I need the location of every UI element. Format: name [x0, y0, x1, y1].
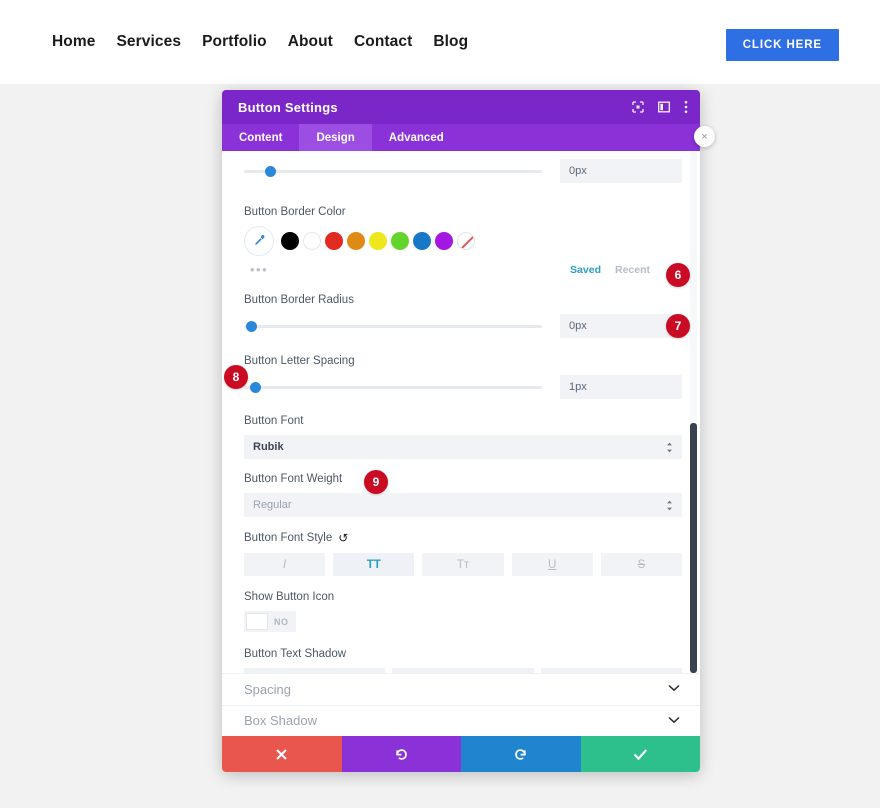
- show-button-icon-label: Show Button Icon: [244, 591, 335, 603]
- swatch-blue[interactable]: [413, 232, 431, 250]
- badge-6: 6: [666, 263, 690, 287]
- font-style-buttons: I TT Tᴛ U S: [244, 553, 683, 576]
- nav-item-about[interactable]: About: [288, 33, 333, 51]
- accordion-box-shadow-label: Box Shadow: [244, 713, 317, 729]
- swatch-red[interactable]: [325, 232, 343, 250]
- nav-item-home[interactable]: Home: [52, 33, 95, 51]
- more-colors-icon[interactable]: •••: [250, 262, 268, 277]
- settings-scroll-area: Button Border Color: [222, 151, 700, 674]
- close-icon[interactable]: ×: [694, 126, 715, 147]
- slider-knob[interactable]: [250, 381, 261, 393]
- text-shadow-option-2[interactable]: aA: [540, 668, 682, 674]
- tab-content[interactable]: Content: [222, 124, 299, 151]
- cancel-button[interactable]: [222, 736, 342, 772]
- button-font-style-label: Button Font Style ↺: [244, 531, 682, 545]
- layout-panel-icon[interactable]: [658, 101, 670, 113]
- titlebar-icons: [632, 100, 688, 114]
- border-color-label: Button Border Color: [244, 206, 346, 218]
- cut-off-value-input[interactable]: [560, 159, 682, 183]
- font-style-italic-button[interactable]: I: [244, 553, 326, 576]
- letter-spacing-input[interactable]: [560, 375, 682, 399]
- slider-track: [244, 324, 542, 328]
- eyedropper-icon[interactable]: [244, 226, 274, 256]
- chevron-updown-icon: [666, 500, 673, 511]
- swatch-transparent[interactable]: [457, 232, 475, 250]
- cut-off-slider[interactable]: [244, 163, 542, 179]
- text-shadow-option-1[interactable]: aA: [392, 668, 534, 674]
- show-button-icon-toggle[interactable]: NO: [244, 611, 296, 632]
- nav-item-contact[interactable]: Contact: [354, 33, 412, 51]
- badge-7: 7: [666, 314, 690, 338]
- swatch-orange[interactable]: [347, 232, 365, 250]
- reset-icon[interactable]: ↺: [338, 531, 348, 545]
- swatch-white[interactable]: [303, 232, 321, 250]
- cut-off-slider-row: [244, 159, 682, 183]
- button-settings-modal: Button Settings Content Design Advanced …: [222, 90, 700, 772]
- button-font-weight-label: Button Font Weight: [244, 473, 343, 485]
- button-font-label: Button Font: [244, 415, 304, 427]
- chevron-down-icon: [668, 683, 680, 695]
- letter-spacing-label: Button Letter Spacing: [244, 355, 355, 367]
- swatch-black[interactable]: [281, 232, 299, 250]
- color-meta-row: ••• Saved Recent: [244, 262, 682, 277]
- tab-design[interactable]: Design: [299, 124, 372, 151]
- letter-spacing-slider[interactable]: [244, 379, 542, 395]
- text-shadow-option-none[interactable]: [244, 668, 386, 674]
- slider-track: [244, 385, 542, 389]
- font-style-uppercase-button[interactable]: TT: [333, 553, 415, 576]
- slider-track: [244, 169, 542, 173]
- button-font-weight-value: Regular: [253, 499, 292, 511]
- font-style-smallcaps-button[interactable]: Tᴛ: [422, 553, 504, 576]
- font-style-strikethrough-button[interactable]: S: [600, 553, 683, 576]
- border-color-swatches: [244, 226, 682, 256]
- nav-item-services[interactable]: Services: [116, 33, 181, 51]
- modal-footer: [222, 736, 700, 772]
- font-style-underline-button[interactable]: U: [511, 553, 593, 576]
- undo-button[interactable]: [341, 736, 461, 772]
- badge-9: 9: [364, 470, 388, 494]
- toggle-knob: [246, 613, 268, 630]
- toggle-state-label: NO: [274, 616, 289, 627]
- button-text-shadow-label: Button Text Shadow: [244, 648, 347, 660]
- accordion-spacing-label: Spacing: [244, 681, 291, 697]
- color-tab-recent[interactable]: Recent: [615, 264, 650, 276]
- modal-tabs: Content Design Advanced: [222, 124, 700, 151]
- chevron-updown-icon: [666, 442, 673, 453]
- border-radius-label: Button Border Radius: [244, 294, 354, 306]
- main-nav: Home Services Portfolio About Contact Bl…: [52, 33, 468, 51]
- border-radius-input[interactable]: [560, 314, 682, 338]
- button-font-style-text: Button Font Style: [244, 532, 333, 544]
- tab-advanced[interactable]: Advanced: [372, 124, 461, 151]
- save-button[interactable]: [580, 736, 700, 772]
- nav-item-portfolio[interactable]: Portfolio: [202, 33, 267, 51]
- button-font-value: Rubik: [253, 441, 284, 453]
- swatch-purple[interactable]: [435, 232, 453, 250]
- badge-8: 8: [224, 365, 248, 389]
- border-radius-row: [244, 314, 682, 338]
- color-tab-saved[interactable]: Saved: [570, 264, 601, 276]
- swatch-yellow[interactable]: [369, 232, 387, 250]
- modal-title: Button Settings: [238, 99, 338, 115]
- accordion-box-shadow[interactable]: Box Shadow: [222, 704, 700, 736]
- text-shadow-grid: aA aA aA aA aA: [244, 668, 682, 674]
- kebab-menu-icon[interactable]: [684, 100, 688, 114]
- nav-item-blog[interactable]: Blog: [433, 33, 468, 51]
- slider-knob[interactable]: [265, 165, 276, 177]
- slider-knob[interactable]: [246, 320, 257, 332]
- redo-button[interactable]: [461, 736, 581, 772]
- letter-spacing-row: [244, 375, 682, 399]
- chevron-down-icon: [668, 715, 680, 727]
- button-font-select[interactable]: Rubik: [244, 435, 682, 459]
- modal-titlebar: Button Settings: [222, 90, 700, 124]
- accordion-spacing[interactable]: Spacing: [222, 673, 700, 705]
- expand-icon[interactable]: [632, 101, 644, 113]
- site-header: Home Services Portfolio About Contact Bl…: [0, 0, 880, 84]
- button-font-weight-select[interactable]: Regular: [244, 493, 682, 517]
- swatch-green[interactable]: [391, 232, 409, 250]
- click-here-button[interactable]: CLICK HERE: [725, 29, 839, 61]
- border-radius-slider[interactable]: [244, 318, 542, 334]
